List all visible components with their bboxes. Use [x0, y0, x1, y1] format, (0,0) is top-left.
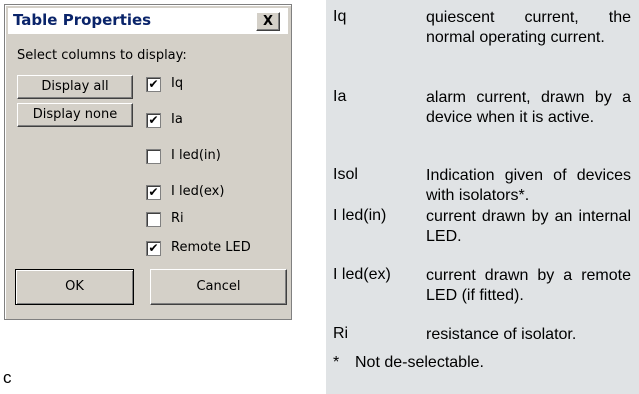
figure-label: c	[3, 368, 12, 387]
checkbox-led-in[interactable]	[146, 149, 161, 164]
legend-description: resistance of isolator.	[426, 326, 577, 343]
legend-footnote: * Not de-selectable.	[333, 354, 484, 372]
checkbox-label-ia: Ia	[171, 112, 183, 127]
ok-button[interactable]: OK	[15, 269, 134, 305]
legend-term: Isol	[333, 166, 358, 183]
footnote-marker: *	[333, 354, 340, 371]
close-button[interactable]: X	[256, 12, 280, 31]
cancel-button[interactable]: Cancel	[150, 269, 287, 305]
legend-description: alarm current, drawn by a device when it…	[426, 89, 631, 126]
legend-term: Iq	[333, 8, 347, 25]
legend-term: Ri	[333, 325, 349, 342]
legend-description: current drawn by a remote LED (if fitted…	[426, 267, 631, 304]
checkbox-label-remote-led: Remote LED	[171, 240, 251, 255]
checkbox-iq[interactable]: ✔	[146, 77, 161, 92]
select-columns-label: Select columns to display:	[17, 48, 187, 63]
legend-description: current drawn by an internal LED.	[426, 208, 631, 245]
dialog-title: Table Properties	[13, 11, 152, 29]
checkbox-label-led-in: I led(in)	[171, 148, 221, 163]
legend-description: Indication given of devices with isolato…	[426, 167, 631, 204]
legend-term: I led(in)	[333, 207, 387, 224]
checkbox-remote-led[interactable]: ✔	[146, 241, 161, 256]
legend-term: I led(ex)	[333, 266, 391, 283]
checkbox-label-led-ex: I led(ex)	[171, 184, 225, 199]
checkbox-label-ri: Ri	[171, 211, 184, 226]
dialog-titlebar[interactable]: Table Properties X	[8, 8, 288, 34]
close-icon: X	[262, 14, 274, 29]
checkbox-ri[interactable]	[146, 212, 161, 227]
legend-description: quiescent current, the normal operating …	[426, 9, 631, 46]
legend-term: Ia	[333, 88, 347, 105]
display-none-button[interactable]: Display none	[17, 103, 133, 127]
footnote-text: Not de-selectable.	[355, 354, 484, 371]
display-all-button[interactable]: Display all	[17, 75, 133, 99]
checkbox-led-ex[interactable]: ✔	[146, 185, 161, 200]
column-legend-panel: Iq quiescent current, the normal operati…	[326, 0, 639, 394]
checkbox-ia[interactable]: ✔	[146, 113, 161, 128]
table-properties-dialog: Table Properties X Select columns to dis…	[4, 4, 292, 320]
checkbox-label-iq: Iq	[171, 76, 184, 91]
